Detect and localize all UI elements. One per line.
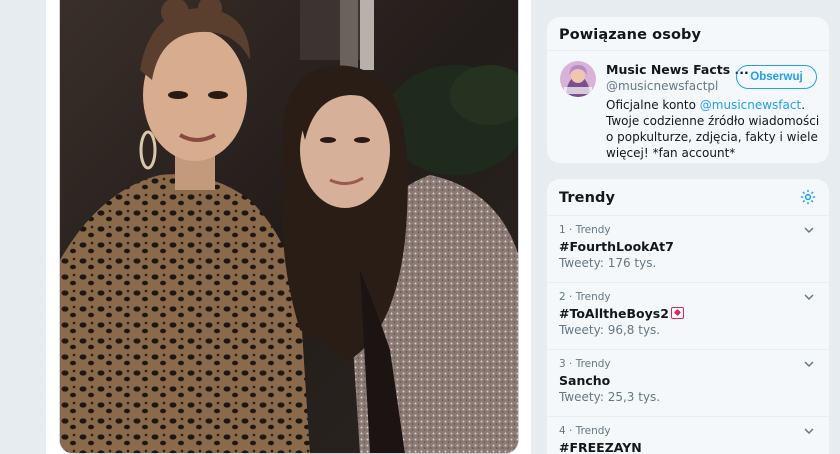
trend-item[interactable]: 2 · Trendy #ToAlltheBoys2 Tweety: 96,8 t… (546, 282, 830, 348)
chevron-down-icon[interactable] (803, 425, 815, 437)
photo-illustration (60, 0, 518, 453)
trend-name[interactable]: #FREEZAYN (559, 440, 642, 454)
tweet-photo[interactable] (59, 0, 519, 454)
bio-mention-link[interactable]: @musicnewsfact (700, 98, 801, 112)
trend-name[interactable]: #FourthLookAt7 (559, 239, 674, 254)
love-letter-emoji (670, 307, 684, 319)
chevron-down-icon[interactable] (803, 358, 815, 370)
trend-item[interactable]: 4 · Trendy #FREEZAYN (546, 416, 830, 454)
trend-name[interactable]: Sancho (559, 373, 610, 388)
trend-count: Tweety: 25,3 tys. (559, 390, 661, 404)
trend-name-text: #ToAlltheBoys2 (559, 306, 669, 321)
related-people-title: Powiązane osoby (559, 27, 702, 43)
trend-count: Tweety: 96,8 tys. (559, 323, 661, 337)
person-handle: @musicnewsfactpl (606, 79, 719, 93)
person-name[interactable]: Music News Facts ... (606, 62, 749, 77)
trends-title: Trendy (559, 190, 616, 206)
trend-meta: 4 · Trendy (559, 425, 611, 437)
trend-item[interactable]: 1 · Trendy #FourthLookAt7 Tweety: 176 ty… (546, 215, 830, 281)
bio-prefix: Oficjalne konto (606, 98, 700, 112)
follow-button[interactable]: Obserwuj (736, 65, 817, 89)
music-news-avatar[interactable] (560, 61, 596, 97)
tweet-column (45, 0, 532, 454)
divider (546, 50, 830, 51)
trend-item[interactable]: 3 · Trendy Sancho Tweety: 25,3 tys. (546, 349, 830, 415)
person-bio: Oficjalne konto @musicnewsfact. Twoje co… (606, 97, 821, 161)
chevron-down-icon[interactable] (803, 224, 815, 236)
trend-count: Tweety: 176 tys. (559, 256, 657, 270)
chevron-down-icon[interactable] (803, 291, 815, 303)
twitter-page: Powiązane osoby Music News Facts ... @mu… (0, 0, 840, 454)
trend-meta: 3 · Trendy (559, 358, 611, 370)
trend-meta: 1 · Trendy (559, 224, 611, 236)
trend-meta: 2 · Trendy (559, 291, 611, 303)
trend-name[interactable]: #ToAlltheBoys2 (559, 306, 684, 321)
gear-icon[interactable] (799, 188, 817, 206)
